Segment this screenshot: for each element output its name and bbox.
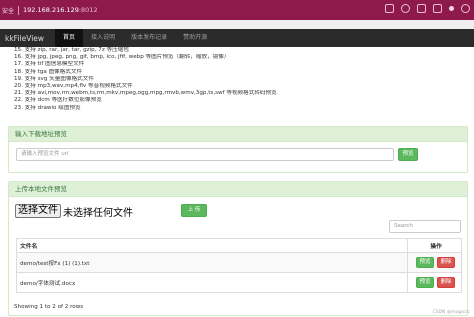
column-header-operations: 操作 <box>407 238 462 253</box>
feature-item: 15. 支持 zip, rar, jar, tar, gzip, 7z 等压缩包 <box>14 47 129 53</box>
operations-cell: 预览 删除 <box>407 272 462 293</box>
zoom-icon[interactable] <box>401 4 410 13</box>
feature-item: 22. 支持 dcm 等医疗数位影像预览 <box>14 97 102 104</box>
no-file-label: 未选择任何文件 <box>63 207 133 219</box>
table-row: demo/字体测试.docx 预览 删除 <box>16 272 462 293</box>
file-name-cell: demo/test按Fx (1) (1).txt <box>16 252 408 273</box>
operations-cell: 预览 删除 <box>407 252 462 273</box>
feature-item: 23. 支持 drawio 绘图预览 <box>14 104 81 111</box>
column-header-filename[interactable]: 文件名 <box>16 238 408 253</box>
bookmark-icon[interactable] <box>417 4 426 13</box>
preview-url-input[interactable]: 请输入预览文件 url <box>16 148 394 161</box>
feature-item: 21. 支持 avi,mov,rm,webm,ts,rm,mkv,mpeg,og… <box>14 90 277 97</box>
browser-address-bar: 安全 192.168.216.129:8012 <box>0 0 474 20</box>
feature-item: 16. 支持 jpg, jpeg, png, gif, bmp, ico, jf… <box>14 54 230 61</box>
feature-item: 19. 支持 svg 矢量图像格式文件 <box>14 75 94 82</box>
row-delete-button[interactable]: 删除 <box>437 257 455 268</box>
upload-panel-heading: 上传本地文件预览 <box>9 182 467 197</box>
url-host: 192.168.216.129 <box>23 6 79 14</box>
download-preview-panel: 输入下载地址预览 请输入预览文件 url 预览 <box>8 126 468 173</box>
brand-logo[interactable]: kkFileView <box>5 34 44 43</box>
row-delete-button[interactable]: 删除 <box>437 277 455 288</box>
url-preview-button[interactable]: 预览 <box>398 148 418 161</box>
table-header-row: 文件名 操作 <box>16 238 462 253</box>
watermark: CSDN @magiccc <box>432 310 470 315</box>
sidebar-icon[interactable] <box>433 4 442 13</box>
row-preview-button[interactable]: 预览 <box>416 277 434 288</box>
security-label[interactable]: 安全 <box>2 6 14 15</box>
profile-icon[interactable] <box>449 6 454 11</box>
nav-integration[interactable]: 接入说明 <box>83 29 123 47</box>
table-row: demo/test按Fx (1) (1).txt 预览 删除 <box>16 252 462 273</box>
nav-release-notes[interactable]: 版本发布记录 <box>123 29 175 47</box>
row-preview-button[interactable]: 预览 <box>416 257 434 268</box>
feature-item: 20. 支持 mp3,wav,mp4,flv 等音视频格式文件 <box>14 83 133 90</box>
bookmark-bar <box>0 20 474 29</box>
feature-item: 18. 支持 tga 图像格式文件 <box>14 68 83 75</box>
upload-preview-panel: 上传本地文件预览 选择文件 未选择任何文件 上 传 Search 文件名 操作 … <box>8 181 468 316</box>
url-port: :8012 <box>78 6 98 14</box>
download-panel-heading: 输入下载地址预览 <box>9 127 467 142</box>
browser-toolbar-icons <box>385 4 470 13</box>
search-input[interactable]: Search <box>389 220 461 233</box>
menu-icon[interactable] <box>461 4 470 13</box>
nav-sponsor[interactable]: 赞助开源 <box>175 29 215 47</box>
upload-button[interactable]: 上 传 <box>181 204 207 217</box>
nav-home[interactable]: 首页 <box>55 29 84 47</box>
file-name-cell: demo/字体测试.docx <box>16 272 408 293</box>
feature-item: 17. 支持 tif 图信息模型文件 <box>14 61 85 68</box>
file-chooser: 选择文件 未选择任何文件 <box>15 204 133 219</box>
address-divider <box>18 5 20 15</box>
pagination-info: Showing 1 to 2 of 2 rows <box>14 304 84 310</box>
file-table: 文件名 操作 demo/test按Fx (1) (1).txt 预览 删除 de… <box>16 238 462 293</box>
feature-list: 15. 支持 zip, rar, jar, tar, gzip, 7z 等压缩包… <box>14 47 454 112</box>
url-field[interactable]: 192.168.216.129:8012 <box>23 6 98 14</box>
choose-file-button[interactable]: 选择文件 <box>15 204 61 218</box>
extension-icon[interactable] <box>385 4 394 13</box>
top-navbar: kkFileView 首页 接入说明 版本发布记录 赞助开源 <box>0 29 474 47</box>
